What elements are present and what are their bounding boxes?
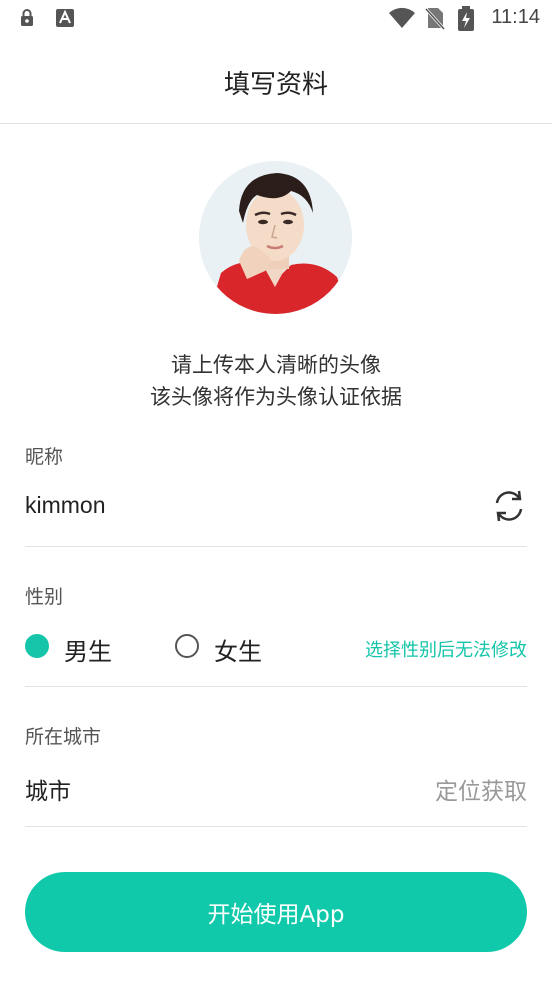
font-a-icon (56, 9, 74, 31)
female-radio[interactable] (175, 634, 199, 658)
lock-notification-icon (20, 9, 34, 31)
avatar-photo (199, 161, 352, 314)
status-bar: 11:14 (0, 0, 552, 38)
avatar-hint-line2: 该头像将作为头像认证依据 (150, 385, 402, 409)
start-button[interactable]: 开始使用App (25, 872, 527, 952)
male-radio[interactable] (25, 634, 49, 658)
divider (25, 686, 527, 687)
divider (25, 546, 527, 547)
gender-label: 性别 (25, 586, 64, 608)
female-radio-label[interactable]: 女生 (214, 632, 262, 667)
gender-note: 选择性别后无法修改 (365, 640, 527, 661)
avatar-hint-line1: 请上传本人清晰的头像 (171, 353, 381, 377)
avatar-upload[interactable] (199, 161, 352, 314)
app-header: 填写资料 (0, 38, 552, 124)
male-radio-label[interactable]: 男生 (64, 632, 112, 667)
nickname-input[interactable]: kimmon (25, 492, 106, 519)
city-section-label: 所在城市 (25, 726, 102, 748)
locate-button[interactable]: 定位获取 (435, 772, 527, 806)
page-title: 填写资料 (223, 70, 328, 100)
status-time: 11:14 (491, 6, 540, 28)
nickname-label: 昵称 (25, 446, 64, 468)
refresh-icon[interactable] (492, 489, 526, 523)
city-field-label: 城市 (25, 779, 71, 805)
wifi-icon (388, 6, 416, 34)
profile-setup-screen: 11:14 填写资料 请上传本人清晰的头像 该头像将作为头像认证依据 昵称 ki… (0, 0, 552, 983)
divider (25, 826, 527, 827)
no-sim-icon (424, 6, 446, 34)
battery-charging-icon (457, 6, 475, 36)
